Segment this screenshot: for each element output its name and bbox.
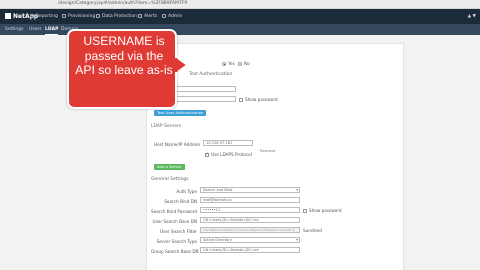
auth-type-select[interactable]: Search and Bind ▾ xyxy=(200,187,300,193)
nav-data-protection[interactable]: Data Protection xyxy=(96,14,137,19)
remove-server-link[interactable]: Remove xyxy=(260,148,275,153)
user-search-filter-label: User Search Filter xyxy=(160,229,197,234)
yes-label: Yes xyxy=(228,61,235,66)
search-bind-password-input[interactable]: ••••••11 xyxy=(200,207,300,213)
nav-provisioning[interactable]: Provisioning xyxy=(62,14,95,19)
ldap-servers-section: LDAP Servers xyxy=(151,124,182,129)
tab-settings[interactable]: Settings xyxy=(5,27,23,32)
host-label: Host Name/IP Address xyxy=(154,142,201,147)
use-ldaps-label: Use LDAPS Protocol xyxy=(211,152,252,157)
group-search-base-value: CN=Users,DC=Domain,DC=int xyxy=(203,248,259,252)
browser-address-bar[interactable]: /design/Category.jsp#/admin/auth?item=%2… xyxy=(0,0,480,9)
search-bind-password-label: Search Bind Password xyxy=(151,209,197,214)
general-settings-section: General Settings xyxy=(151,177,189,182)
nav-label: Alerts xyxy=(144,14,158,19)
group-search-base-label: Group Search Base DN xyxy=(151,249,199,254)
chevron-down-icon: ▾ xyxy=(296,238,298,242)
host-input[interactable]: 10.126.57.181 xyxy=(203,140,253,146)
search-bind-password-value: ••••••11 xyxy=(203,208,221,212)
nav-label: Data Protection xyxy=(102,14,137,19)
group-search-base-input[interactable]: CN=Users,DC=Domain,DC=int xyxy=(200,247,300,253)
callout-pointer-icon xyxy=(175,56,188,74)
search-bind-dn-label: Search Bind DN xyxy=(164,199,197,204)
nav-label: Reporting xyxy=(36,14,58,19)
top-nav: NetApp Reporting Provisioning Data Prote… xyxy=(0,9,480,24)
show-bind-password-label: Show password xyxy=(309,208,342,213)
nav-admin[interactable]: Admin xyxy=(162,14,182,19)
search-bind-dn-value: root@domain.io xyxy=(203,198,232,202)
annotation-text: USERNAME is passed via the API so leave … xyxy=(75,34,173,77)
use-ldaps-checkbox[interactable] xyxy=(205,151,209,157)
url-text[interactable]: /design/Category.jsp#/admin/auth?item=%2… xyxy=(58,1,187,6)
tab-ldap[interactable]: LDAP xyxy=(45,27,59,35)
auth-type-label: Auth Type xyxy=(176,189,197,194)
admin-icon xyxy=(162,14,166,18)
netapp-logo-icon xyxy=(5,13,11,19)
provisioning-icon xyxy=(62,14,66,18)
enabled-yes-radio[interactable] xyxy=(222,62,226,66)
nav-alerts[interactable]: Alerts xyxy=(138,14,157,19)
screen: /design/Category.jsp#/admin/auth?item=%2… xyxy=(0,0,480,270)
ldap-settings-panel: Yes No Test Authentication Username Pass… xyxy=(146,43,404,270)
user-search-filter-extra: Sundried xyxy=(303,228,322,233)
user-search-filter-value: (&(objectCategory=user)(objectCategory=p… xyxy=(203,228,296,232)
alerts-icon xyxy=(138,14,142,18)
user-search-filter-input[interactable]: (&(objectCategory=user)(objectCategory=p… xyxy=(200,227,300,233)
nav-reporting[interactable]: Reporting xyxy=(30,14,58,19)
chevron-down-icon: ▾ xyxy=(296,188,298,192)
tab-users[interactable]: Users xyxy=(29,27,42,32)
user-search-base-input[interactable]: CN=Users,DC=Domain,DC=int xyxy=(200,217,300,223)
enabled-no-radio[interactable] xyxy=(238,62,242,66)
no-label: No xyxy=(244,61,250,66)
show-bind-password-checkbox[interactable] xyxy=(303,209,307,213)
data-protection-icon xyxy=(96,14,100,18)
nav-label: Admin xyxy=(168,14,183,19)
test-auth-section: Test Authentication xyxy=(189,72,233,77)
server-search-type-select[interactable]: Active Directory ▾ xyxy=(200,237,300,243)
auth-type-value: Search and Bind xyxy=(203,188,233,192)
host-value: 10.126.57.181 xyxy=(206,141,233,145)
add-server-button[interactable]: Add a Server xyxy=(154,164,185,170)
search-bind-dn-input[interactable]: root@domain.io xyxy=(200,197,300,203)
reporting-icon xyxy=(30,14,34,18)
annotation-callout: USERNAME is passed via the API so leave … xyxy=(67,29,177,109)
user-search-base-value: CN=Users,DC=Domain,DC=int xyxy=(203,218,259,222)
show-password-checkbox[interactable] xyxy=(239,98,243,102)
user-search-base-label: User Search Base DN xyxy=(152,219,197,224)
nav-right-controls[interactable]: ▲ ▼ xyxy=(468,14,476,19)
test-user-auth-button[interactable]: Test User Authentication xyxy=(154,110,207,116)
show-password-label: Show password xyxy=(245,97,278,102)
server-search-type-label: Server Search Type xyxy=(156,239,197,244)
server-search-type-value: Active Directory xyxy=(203,238,232,242)
nav-label: Provisioning xyxy=(68,14,96,19)
